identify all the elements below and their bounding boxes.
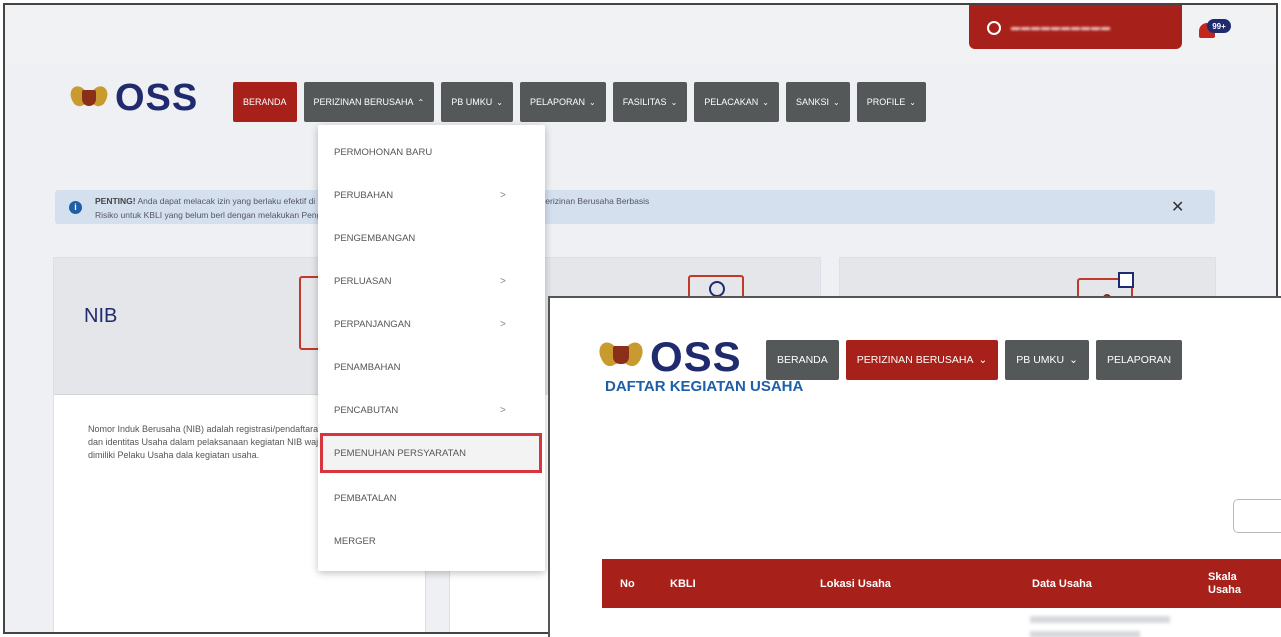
info-alert: i PENTING! Anda dapat melacak izin yang … bbox=[55, 190, 1215, 224]
chevron-down-icon: ⌄ bbox=[978, 354, 988, 366]
menu-item-penambahan[interactable]: PENAMBAHAN bbox=[318, 347, 545, 387]
nav-sanksi[interactable]: SANKSI ⌄ bbox=[786, 82, 850, 122]
oss-logo[interactable]: OSS bbox=[595, 333, 742, 380]
redacted-text bbox=[1030, 631, 1140, 637]
perizinan-dropdown-menu: PERMOHONAN BARU PERUBAHAN > PENGEMBANGAN … bbox=[318, 125, 545, 571]
nav-menu: BERANDA PERIZINAN BERUSAHA ⌃ PB UMKU ⌄ PEL… bbox=[233, 82, 926, 122]
nib-title: NIB bbox=[84, 305, 118, 327]
user-icon bbox=[987, 21, 1001, 35]
chevron-right-icon: > bbox=[500, 275, 506, 287]
menu-item-permohonan-baru[interactable]: PERMOHONAN BARU bbox=[318, 132, 545, 172]
column-header-data-usaha: Data Usaha bbox=[1032, 577, 1092, 590]
chevron-up-icon: ⌃ bbox=[417, 97, 425, 107]
menu-item-perubahan[interactable]: PERUBAHAN > bbox=[318, 175, 545, 215]
inset-nav-menu: BERANDA PERIZINAN BERUSAHA ⌄ PB UMKU ⌄ PEL… bbox=[766, 340, 1183, 380]
close-icon[interactable]: ✕ bbox=[1171, 197, 1184, 217]
nav-profile[interactable]: PROFILE ⌄ bbox=[856, 82, 926, 122]
garuda-emblem-icon bbox=[67, 80, 111, 116]
chevron-down-icon: ⌄ bbox=[909, 97, 916, 107]
nav-pelaporan[interactable]: PELAPORAN bbox=[1095, 340, 1183, 380]
column-header-lokasi-usaha: Lokasi Usaha bbox=[820, 577, 891, 590]
menu-item-pemenuhan-persyaratan[interactable]: PEMENUHAN PERSYARATAN bbox=[320, 433, 542, 473]
menu-item-perluasan[interactable]: PERLUASAN > bbox=[318, 261, 545, 301]
nav-perizinan-berusaha[interactable]: PERIZINAN BERUSAHA ⌄ bbox=[845, 340, 999, 380]
main-navbar: OSS BERANDA PERIZINAN BERUSAHA ⌃ PB UMKU ⌄… bbox=[5, 75, 1276, 123]
menu-item-pengembangan[interactable]: PENGEMBANGAN bbox=[318, 218, 545, 258]
chevron-right-icon: > bbox=[500, 404, 506, 416]
chevron-down-icon: ⌄ bbox=[1069, 354, 1078, 366]
user-name: ▬▬▬▬▬▬▬▬▬▬ bbox=[1011, 22, 1111, 32]
notification-bell-icon[interactable]: 99+ bbox=[1197, 19, 1231, 41]
column-header-skala-usaha: Skala Usaha bbox=[1208, 570, 1242, 596]
nav-pb-umku[interactable]: PB UMKU ⌄ bbox=[1005, 340, 1089, 380]
redacted-text bbox=[1030, 616, 1170, 623]
oss-logo[interactable]: OSS bbox=[67, 77, 199, 119]
menu-item-perpanjangan[interactable]: PERPANJANGAN > bbox=[318, 304, 545, 344]
nav-beranda[interactable]: BERANDA bbox=[766, 340, 839, 380]
chevron-down-icon: ⌄ bbox=[496, 97, 503, 107]
nav-pb-umku[interactable]: PB UMKU ⌄ bbox=[441, 82, 513, 122]
nav-beranda[interactable]: BERANDA bbox=[233, 82, 297, 122]
nav-pelacakan[interactable]: PELACAKAN ⌄ bbox=[694, 82, 779, 122]
chevron-down-icon: ⌄ bbox=[762, 97, 769, 107]
chevron-down-icon: ⌄ bbox=[589, 97, 596, 107]
chevron-down-icon: ⌄ bbox=[670, 97, 678, 107]
menu-item-pencabutan[interactable]: PENCABUTAN > bbox=[318, 390, 545, 430]
menu-item-merger[interactable]: MERGER bbox=[318, 521, 545, 561]
user-menu-button[interactable]: ▬▬▬▬▬▬▬▬▬▬ bbox=[969, 5, 1182, 49]
garuda-emblem-icon bbox=[595, 336, 647, 378]
chevron-right-icon: > bbox=[500, 189, 506, 201]
nib-description: Nomor Induk Berusaha (NIB) adalah regist… bbox=[88, 424, 326, 460]
topbar: ▬▬▬▬▬▬▬▬▬▬ 99+ bbox=[5, 5, 1276, 65]
nav-perizinan-berusaha[interactable]: PERIZINAN BERUSAHA ⌃ bbox=[303, 82, 435, 122]
menu-item-pembatalan[interactable]: PEMBATALAN bbox=[318, 478, 545, 518]
chevron-right-icon: > bbox=[500, 318, 506, 330]
column-header-kbli: KBLI bbox=[670, 577, 696, 590]
brand-name: OSS bbox=[650, 333, 742, 380]
nav-pelaporan[interactable]: PELAPORAN ⌄ bbox=[519, 82, 606, 122]
info-icon: i bbox=[69, 201, 82, 214]
search-input[interactable] bbox=[1233, 499, 1281, 533]
notification-badge: 99+ bbox=[1207, 19, 1231, 33]
alert-text: PENTING! Anda dapat melacak izin yang be… bbox=[95, 196, 650, 220]
zoomed-inset-panel: OSS BERANDA PERIZINAN BERUSAHA ⌄ PB UMKU ⌄… bbox=[548, 296, 1281, 637]
brand-name: OSS bbox=[115, 77, 199, 119]
column-header-no: No bbox=[620, 577, 635, 590]
table-header: No KBLI Lokasi Usaha Data Usaha Skala Us… bbox=[602, 559, 1281, 608]
page-title: DAFTAR KEGIATAN USAHA bbox=[605, 378, 804, 395]
nav-fasilitas[interactable]: FASILITAS ⌄ bbox=[612, 82, 688, 122]
chevron-down-icon: ⌄ bbox=[833, 97, 840, 107]
